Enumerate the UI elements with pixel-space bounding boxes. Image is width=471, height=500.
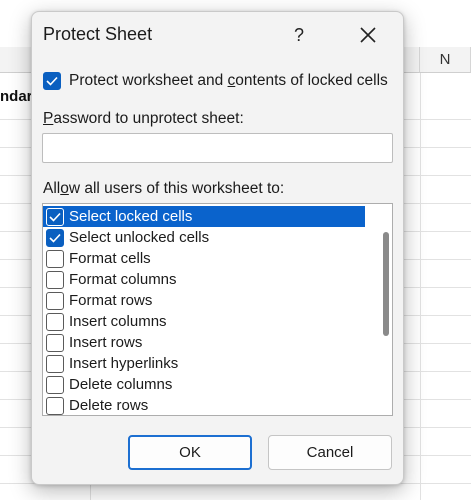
label-text: assword to unprotect sheet: (53, 110, 244, 127)
permission-item[interactable]: Select unlocked cells (43, 227, 365, 248)
access-key: P (43, 110, 54, 127)
permission-item[interactable]: Delete rows (43, 395, 365, 415)
permissions-listbox[interactable]: Select locked cells Select unlocked cell… (42, 203, 393, 416)
permission-label: Delete columns (69, 376, 173, 393)
permission-item[interactable]: Select locked cells (43, 206, 365, 227)
permission-label: Format columns (69, 271, 177, 288)
allow-users-label: Allow all users of this worksheet to: (43, 180, 284, 198)
permission-checkbox[interactable] (46, 270, 64, 289)
listbox-scrollbar-thumb[interactable] (383, 232, 389, 336)
permission-item[interactable]: Format rows (43, 290, 365, 311)
permission-label: Select locked cells (69, 208, 193, 225)
permission-label: Delete rows (69, 397, 149, 414)
label-text: w all users of this worksheet to: (68, 180, 285, 197)
label-text: ontents of locked cells (235, 72, 388, 89)
permission-label: Format cells (69, 250, 151, 267)
permission-checkbox[interactable] (46, 249, 64, 268)
permission-item[interactable]: Insert hyperlinks (43, 353, 365, 374)
password-input[interactable] (42, 133, 393, 163)
help-button[interactable]: ? (282, 18, 316, 52)
dialog-title: Protect Sheet (43, 24, 153, 44)
permission-label: Format rows (69, 292, 153, 309)
label-text: Protect worksheet and (69, 72, 228, 89)
permission-label: Select unlocked cells (69, 229, 210, 246)
column-header-n[interactable]: N (420, 47, 471, 73)
checkmark-icon (49, 212, 61, 222)
permission-checkbox[interactable] (46, 228, 64, 247)
access-key: o (60, 180, 69, 197)
protect-worksheet-label: Protect worksheet and contents of locked… (69, 72, 388, 90)
permission-checkbox[interactable] (46, 375, 64, 394)
permission-checkbox[interactable] (46, 354, 64, 373)
permission-item[interactable]: Delete columns (43, 374, 365, 395)
permission-checkbox[interactable] (46, 207, 64, 226)
permission-item[interactable]: Insert columns (43, 311, 365, 332)
cancel-button[interactable]: Cancel (268, 435, 392, 470)
cell-text-fragment[interactable]: ndar (0, 88, 34, 105)
permission-item[interactable]: Format cells (43, 248, 365, 269)
ok-button[interactable]: OK (128, 435, 252, 470)
password-label: Password to unprotect sheet: (43, 110, 244, 128)
permission-label: Insert columns (69, 313, 167, 330)
column-line (420, 73, 421, 500)
protect-worksheet-row[interactable]: Protect worksheet and contents of locked… (43, 71, 393, 93)
permission-item[interactable]: Insert rows (43, 332, 365, 353)
permission-checkbox[interactable] (46, 291, 64, 310)
permission-label: Insert rows (69, 334, 143, 351)
permission-checkbox[interactable] (46, 333, 64, 352)
label-text: All (43, 180, 61, 197)
permission-label: Insert hyperlinks (69, 355, 179, 372)
checkmark-icon (46, 76, 58, 86)
close-icon (360, 27, 376, 43)
permission-checkbox[interactable] (46, 396, 64, 415)
permission-checkbox[interactable] (46, 312, 64, 331)
close-button[interactable] (350, 18, 386, 52)
checkmark-icon (49, 233, 61, 243)
protect-sheet-dialog: Protect Sheet ? Protect worksheet and co… (31, 11, 404, 485)
protect-worksheet-checkbox[interactable] (43, 72, 61, 90)
permission-item[interactable]: Format columns (43, 269, 365, 290)
